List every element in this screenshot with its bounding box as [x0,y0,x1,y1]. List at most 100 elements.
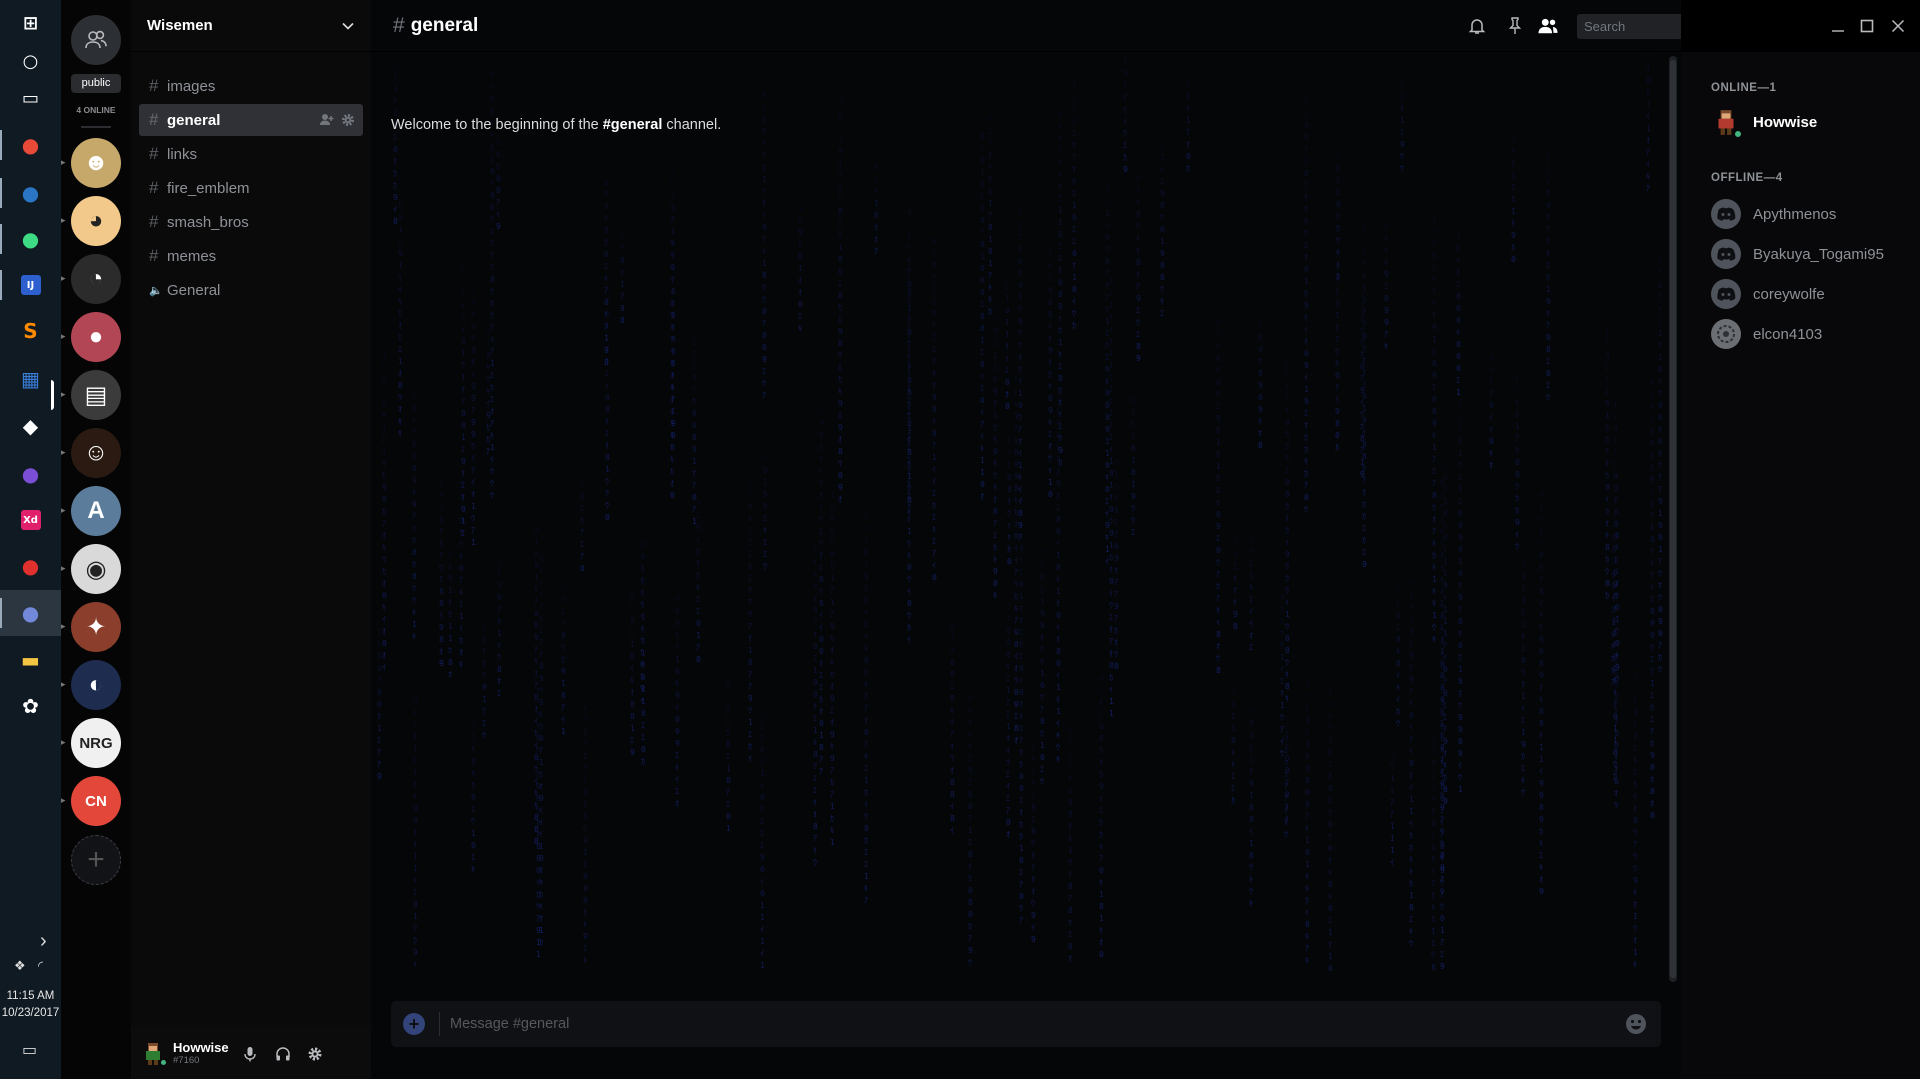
server-9-icon[interactable]: ✦ [71,602,121,652]
server-8-icon[interactable]: ◉ [71,544,121,594]
maximize-button[interactable] [1857,16,1877,36]
show-hidden-icons-button[interactable]: › [40,930,47,953]
deafen-button[interactable] [274,1045,292,1063]
channel-general[interactable]: 🔈 General [139,274,363,306]
svg-text:ｱ: ｱ [830,610,834,619]
upload-button[interactable]: + [403,1013,425,1035]
svg-text:ｱ: ｱ [748,682,752,691]
steam-taskbar-button[interactable]: ● [0,170,61,216]
mute-button[interactable] [241,1045,259,1063]
server-7-icon[interactable]: A [71,486,121,536]
android-studio-taskbar-button[interactable]: ● [0,216,61,262]
svg-text:9: 9 [1109,529,1114,538]
svg-text:ｳ: ｳ [1056,419,1060,428]
close-button[interactable] [1888,16,1908,36]
member-item[interactable]: Byakuya_Togami95 [1711,238,1884,270]
member-item[interactable]: Apythmenos [1711,198,1836,230]
svg-text:ｷ: ｷ [1231,748,1235,757]
svg-text:1: 1 [1362,404,1367,413]
svg-text:1: 1 [1114,470,1119,479]
svg-text:ｱ: ｱ [1058,194,1062,203]
minimize-button[interactable] [1828,16,1848,36]
create-invite-icon[interactable] [320,113,335,126]
network-tray-icon[interactable]: ◜ [38,958,43,974]
svg-text:ｱ: ｱ [864,692,868,701]
scrollbar-thumb[interactable] [1670,60,1676,978]
svg-text:ｵ: ｵ [1456,268,1460,277]
svg-text:0: 0 [980,480,985,489]
notification-settings-button[interactable] [1467,16,1487,36]
server-2-icon[interactable]: ◕ [71,196,121,246]
svg-text:ｷ: ｷ [813,738,817,747]
action-center-icon[interactable]: ▭ [22,1040,37,1060]
svg-text:1: 1 [482,635,487,644]
channel-links[interactable]: # links [139,138,363,170]
sublime-text-taskbar-button[interactable]: S [0,308,61,354]
adobe-xd-taskbar-button[interactable]: Xd [0,497,61,543]
pinned-messages-button[interactable] [1505,16,1525,36]
search-input[interactable]: Search [1577,14,1681,39]
server-10-icon[interactable]: ◐ [71,660,121,710]
server-1-icon[interactable]: ☻ [71,138,121,188]
channel-memes[interactable]: # memes [139,240,363,272]
member-item[interactable]: Howwise [1711,106,1817,139]
svg-text:8: 8 [980,132,985,141]
svg-text:ｵ: ｵ [1068,954,1072,963]
svg-text:8: 8 [838,339,843,348]
svg-text:1: 1 [630,724,635,733]
dropbox-tray-icon[interactable]: ❖ [14,958,26,974]
svg-text:ｶ: ｶ [1650,415,1654,424]
svg-text:ｳ: ｳ [1019,556,1023,565]
member-list-toggle[interactable] [1538,16,1558,36]
channel-images[interactable]: # images [139,70,363,102]
svg-text:ｲ: ｲ [819,407,823,416]
svg-text:ｷ: ｷ [1048,382,1052,391]
file-explorer-taskbar-button[interactable]: ▬ [0,637,61,683]
server-11-icon[interactable]: NRG [71,718,121,768]
creative-cloud-taskbar-button[interactable]: ● [0,543,61,589]
svg-text:ｷ: ｷ [1546,249,1550,258]
server-12-icon[interactable]: CN [71,776,121,826]
server-5-icon[interactable]: ▤ [71,370,121,420]
member-item[interactable]: coreywolfe [1711,278,1825,310]
svg-text:9: 9 [413,804,418,813]
channel-fire-emblem[interactable]: # fire_emblem [139,172,363,204]
svg-text:ｶ: ｶ [439,515,443,524]
member-item[interactable]: elcon4103 [1711,318,1822,350]
chrome-taskbar-button[interactable]: ● [0,122,61,168]
emoji-picker-icon[interactable] [1625,1013,1647,1035]
avatar[interactable] [141,1041,168,1067]
svg-text:ｴ: ｴ [932,489,936,498]
server-3-icon[interactable]: ◔ [71,254,121,304]
server-header[interactable]: Wisemen [131,0,371,52]
channel-smash-bros[interactable]: # smash_bros [139,206,363,238]
direct-messages-button[interactable] [71,15,121,65]
svg-text:ｲ: ｲ [382,663,386,672]
svg-text:ｷ: ｷ [1440,575,1444,584]
chrome-icon: ● [21,133,40,157]
svg-text:0: 0 [1114,506,1119,515]
app-launcher-taskbar-button[interactable]: ✿ [0,683,61,729]
task-view-taskbar-button[interactable]: ▭ [0,75,61,121]
svg-text:ｴ: ｴ [1099,710,1103,719]
svg-text:ｴ: ｴ [696,607,700,616]
gitkraken-taskbar-button[interactable]: ● [0,451,61,497]
svg-text:ｴ: ｴ [1249,595,1253,604]
svg-text:ｷ: ｷ [1458,581,1462,590]
server-4-icon[interactable]: ● [71,312,121,362]
unity-taskbar-button[interactable]: ◆ [0,403,61,449]
taskbar-clock[interactable]: 11:15 AM 10/23/2017 [0,988,61,1022]
server-6-icon[interactable]: ☺ [71,428,121,478]
message-input[interactable] [450,1016,1625,1032]
svg-text:ｴ: ｴ [1099,806,1103,815]
add-server-button[interactable]: + [71,835,121,885]
svg-text:1: 1 [1431,915,1436,924]
svg-text:ｲ: ｲ [670,191,674,200]
intellij-taskbar-button[interactable]: IJ [0,262,61,308]
svg-text:ｶ: ｶ [448,610,452,619]
svg-text:ｲ: ｲ [1048,466,1052,475]
discord-taskbar-button[interactable]: ● [0,590,61,636]
channel-settings-icon[interactable] [341,113,355,127]
channel-general[interactable]: # general [139,104,363,136]
user-settings-button[interactable] [306,1045,324,1063]
